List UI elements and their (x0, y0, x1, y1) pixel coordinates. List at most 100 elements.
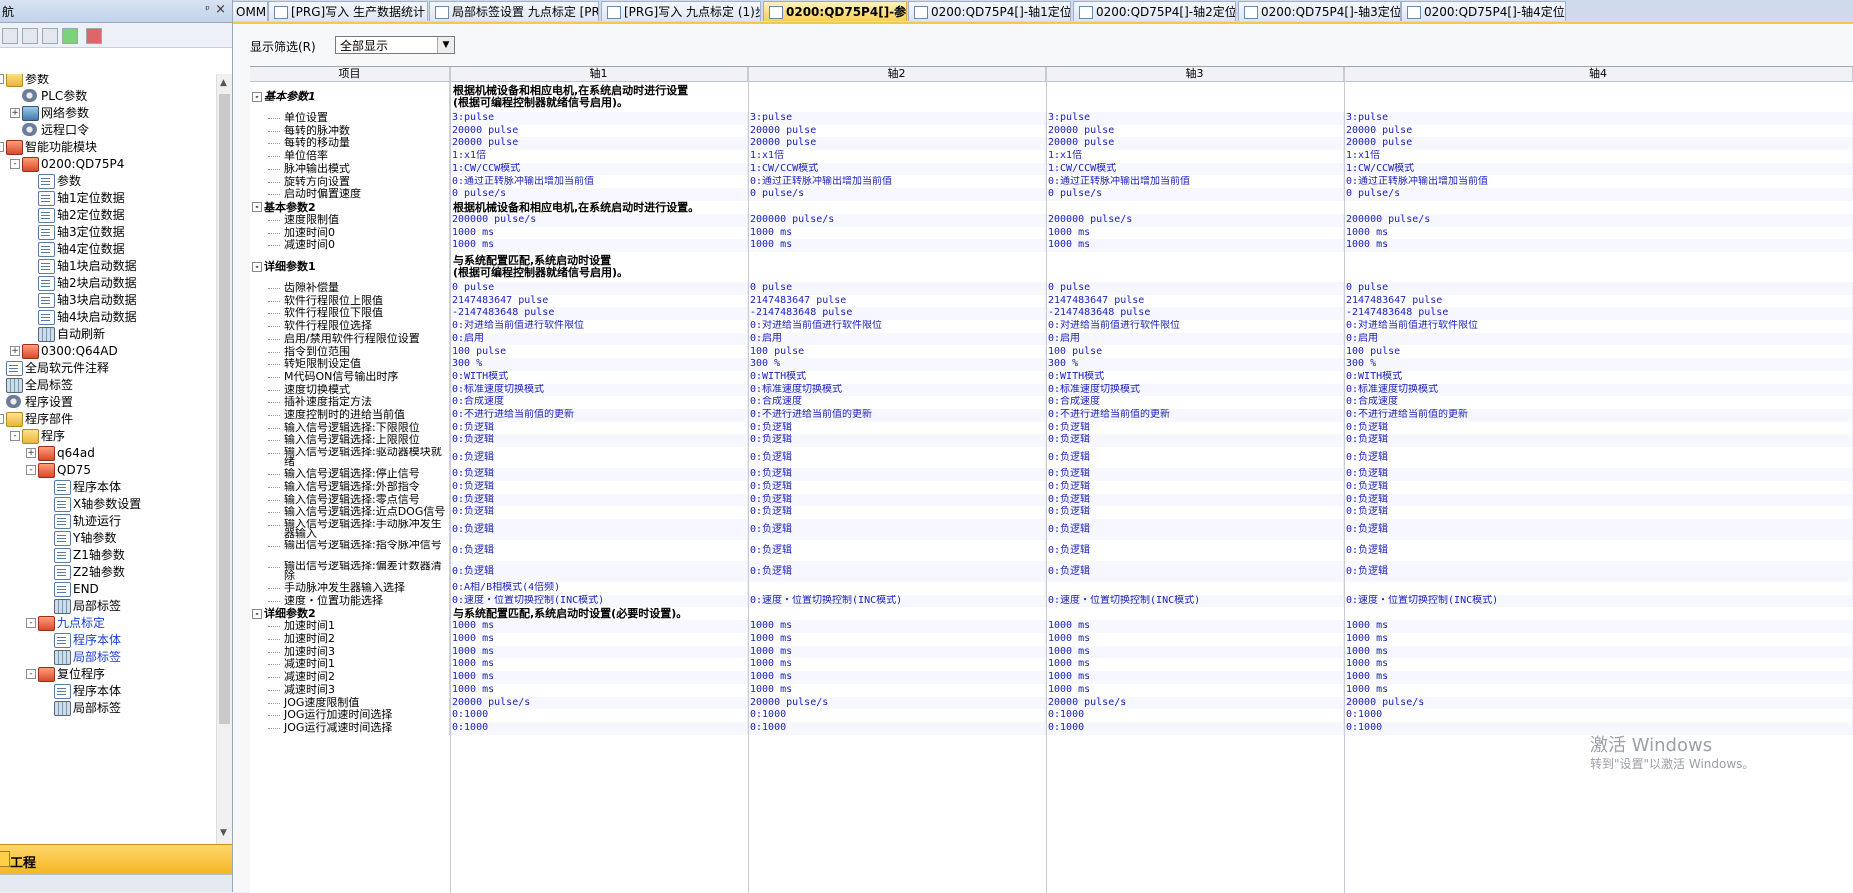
tab-4[interactable]: [PRG]写入 九点标定 (1)步 * (601, 1, 761, 21)
value-cell-axis-3[interactable]: 0:通过正转脉冲输出增加当前值 (1046, 175, 1344, 189)
value-cell-axis-2[interactable]: 0:负逻辑 (748, 493, 1046, 507)
value-cell-axis-2[interactable]: 2147483647 pulse (748, 294, 1046, 308)
pin-icon[interactable]: ᵖ (205, 3, 210, 16)
value-cell-axis-3[interactable]: 1000 ms (1046, 633, 1344, 646)
value-cell-axis-3[interactable]: 1000 ms (1046, 226, 1344, 240)
value-cell-axis-4[interactable]: 1:x1倍 (1344, 150, 1853, 163)
value-cell-axis-4[interactable]: 0:WITH模式 (1344, 370, 1853, 384)
value-cell-axis-2[interactable]: 1000 ms (748, 633, 1046, 646)
value-cell-axis-4[interactable]: 20000 pulse (1344, 124, 1853, 138)
value-cell-axis-3[interactable]: 1000 ms (1046, 683, 1344, 697)
value-cell-axis-1[interactable]: 300 % (450, 358, 748, 371)
value-cell-axis-1[interactable]: 0:A相/B相模式(4倍频) (450, 581, 748, 595)
value-cell-axis-3[interactable]: 1:CW/CCW模式 (1046, 162, 1344, 176)
value-cell-axis-2[interactable]: 1000 ms (748, 226, 1046, 240)
value-cell-axis-4[interactable]: -2147483648 pulse (1344, 307, 1853, 321)
value-cell-axis-1[interactable]: 100 pulse (450, 345, 748, 359)
value-cell-axis-3[interactable]: 0:负逻辑 (1046, 447, 1344, 469)
value-cell-axis-2[interactable]: 1000 ms (748, 645, 1046, 659)
value-cell-axis-4[interactable]: 0:通过正转脉冲输出增加当前值 (1344, 175, 1853, 189)
value-cell-axis-2[interactable]: 0:1000 (748, 721, 1046, 735)
value-cell-axis-2[interactable]: 200000 pulse/s (748, 213, 1046, 227)
value-cell-axis-3[interactable]: 3:pulse (1046, 112, 1344, 125)
value-cell-axis-1[interactable]: 0:合成速度 (450, 396, 748, 409)
value-cell-axis-4[interactable]: 3:pulse (1344, 112, 1853, 125)
value-cell-axis-3[interactable]: 0:负逻辑 (1046, 468, 1344, 481)
value-cell-axis-1[interactable]: 0 pulse (450, 282, 748, 295)
value-cell-axis-1[interactable]: 0:WITH模式 (450, 370, 748, 384)
value-cell-axis-1[interactable]: 0 pulse/s (450, 188, 748, 201)
value-cell-axis-3[interactable]: 20000 pulse (1046, 124, 1344, 138)
value-cell-axis-3[interactable]: 1000 ms (1046, 658, 1344, 672)
value-cell-axis-3[interactable]: 20000 pulse/s (1046, 696, 1344, 710)
value-cell-axis-1[interactable]: 0:1000 (450, 721, 748, 735)
collapse-icon[interactable]: - (26, 618, 36, 628)
value-cell-axis-4[interactable]: 0:负逻辑 (1344, 421, 1853, 435)
refresh-icon[interactable] (62, 28, 78, 44)
value-cell-axis-4[interactable]: 0:启用 (1344, 332, 1853, 346)
value-cell-axis-3[interactable]: 1:x1倍 (1046, 150, 1344, 163)
value-cell-axis-3[interactable]: 0:1000 (1046, 721, 1344, 735)
value-cell-axis-3[interactable]: 0:负逻辑 (1046, 493, 1344, 507)
value-cell-axis-1[interactable]: 0:负逻辑 (450, 539, 748, 561)
value-cell-axis-2[interactable]: 20000 pulse (748, 137, 1046, 151)
value-cell-axis-1[interactable]: 1000 ms (450, 633, 748, 646)
value-cell-axis-4[interactable]: 1000 ms (1344, 671, 1853, 684)
value-cell-axis-4[interactable] (1344, 581, 1853, 595)
value-cell-axis-4[interactable]: 0:负逻辑 (1344, 447, 1853, 469)
value-cell-axis-1[interactable]: 20000 pulse (450, 137, 748, 151)
copy-icon[interactable] (2, 28, 18, 44)
value-cell-axis-1[interactable]: 1:CW/CCW模式 (450, 162, 748, 176)
value-cell-axis-4[interactable]: 1000 ms (1344, 645, 1853, 659)
value-cell-axis-3[interactable]: 0:负逻辑 (1046, 539, 1344, 561)
value-cell-axis-2[interactable]: 0:通过正转脉冲输出增加当前值 (748, 175, 1046, 189)
value-cell-axis-4[interactable]: 1000 ms (1344, 239, 1853, 252)
value-cell-axis-2[interactable]: 0:负逻辑 (748, 506, 1046, 519)
value-cell-axis-1[interactable]: 0:负逻辑 (450, 421, 748, 435)
value-cell-axis-2[interactable]: 0:WITH模式 (748, 370, 1046, 384)
filter-select[interactable]: 全部显示 ▼ (335, 36, 455, 54)
collapse-icon[interactable]: - (26, 465, 36, 475)
value-cell-axis-1[interactable]: 1000 ms (450, 658, 748, 672)
value-cell-axis-1[interactable]: 1000 ms (450, 239, 748, 252)
value-cell-axis-3[interactable]: 0:负逻辑 (1046, 434, 1344, 448)
value-cell-axis-2[interactable]: 0 pulse/s (748, 188, 1046, 201)
value-cell-axis-1[interactable]: 1000 ms (450, 683, 748, 697)
tab-3[interactable]: 局部标签设置 九点标定 [PRG] (429, 1, 599, 21)
value-cell-axis-4[interactable]: 1000 ms (1344, 633, 1853, 646)
collapse-icon[interactable]: - (10, 431, 20, 441)
collapse-icon[interactable]: - (0, 414, 4, 424)
value-cell-axis-2[interactable]: 0:速度・位置切换控制(INC模式) (748, 594, 1046, 608)
value-cell-axis-1[interactable]: 1000 ms (450, 226, 748, 240)
expand-icon[interactable]: + (10, 108, 20, 118)
value-cell-axis-4[interactable]: 0:1000 (1344, 709, 1853, 722)
value-cell-axis-4[interactable]: 0:负逻辑 (1344, 506, 1853, 519)
value-cell-axis-1[interactable]: 200000 pulse/s (450, 213, 748, 227)
value-cell-axis-3[interactable]: 0 pulse/s (1046, 188, 1344, 201)
value-cell-axis-1[interactable]: -2147483648 pulse (450, 307, 748, 321)
value-cell-axis-4[interactable]: 200000 pulse/s (1344, 213, 1853, 227)
value-cell-axis-1[interactable]: 20000 pulse (450, 124, 748, 138)
scroll-down-icon[interactable]: ▼ (220, 828, 227, 838)
value-cell-axis-2[interactable]: 0:1000 (748, 709, 1046, 722)
value-cell-axis-2[interactable]: 1000 ms (748, 620, 1046, 633)
nav-scrollbar[interactable]: ▲ ▼ (216, 74, 232, 844)
properties-icon[interactable] (86, 28, 102, 44)
value-cell-axis-2[interactable] (748, 581, 1046, 595)
value-cell-axis-3[interactable]: 0:启用 (1046, 332, 1344, 346)
scroll-up-icon[interactable]: ▲ (220, 78, 227, 88)
value-cell-axis-3[interactable]: 0:合成速度 (1046, 396, 1344, 409)
expand-icon[interactable]: + (10, 346, 20, 356)
value-cell-axis-1[interactable]: 1:x1倍 (450, 150, 748, 163)
value-cell-axis-1[interactable]: 0:负逻辑 (450, 447, 748, 469)
collapse-icon[interactable]: - (252, 608, 262, 619)
value-cell-axis-2[interactable]: 0:启用 (748, 332, 1046, 346)
value-cell-axis-4[interactable]: 0:标准速度切换模式 (1344, 383, 1853, 397)
value-cell-axis-1[interactable]: 0:启用 (450, 332, 748, 346)
value-cell-axis-2[interactable]: 0:负逻辑 (748, 480, 1046, 494)
expand-icon[interactable]: + (26, 448, 36, 458)
value-cell-axis-2[interactable]: 0:负逻辑 (748, 421, 1046, 435)
value-cell-axis-3[interactable]: 1000 ms (1046, 239, 1344, 252)
value-cell-axis-3[interactable]: 0:对进给当前值进行软件限位 (1046, 320, 1344, 333)
value-cell-axis-3[interactable]: 0:负逻辑 (1046, 560, 1344, 582)
